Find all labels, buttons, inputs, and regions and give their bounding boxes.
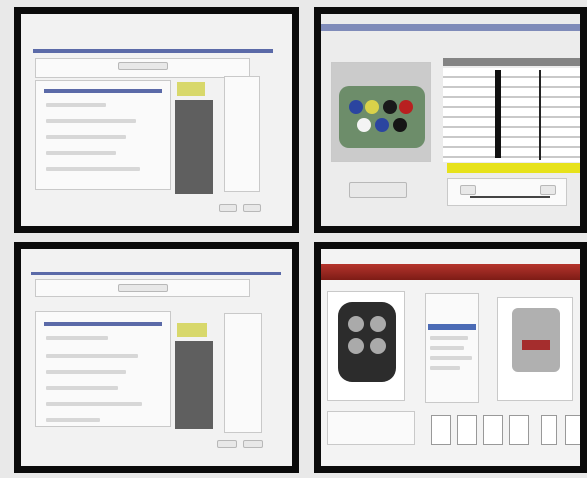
pin <box>370 338 386 354</box>
screen-1 <box>21 14 292 226</box>
list-row[interactable] <box>430 336 468 340</box>
list-row[interactable] <box>46 103 106 107</box>
monitor-top-left <box>14 7 299 233</box>
list-row[interactable] <box>46 418 100 422</box>
bottom-left-button[interactable] <box>349 182 407 198</box>
dark-panel <box>175 100 213 194</box>
pin-white <box>357 118 371 132</box>
main-list-panel <box>35 80 171 190</box>
screen-2 <box>321 14 580 226</box>
bottom-gauge-panel <box>447 178 567 206</box>
connector-side-photo <box>512 308 560 372</box>
list-header <box>44 89 162 93</box>
thumbnail-button-1[interactable] <box>431 415 451 445</box>
pin-red <box>399 100 413 114</box>
title-bar <box>321 264 580 280</box>
pin-yellow <box>365 100 379 114</box>
thumbnail-button-3[interactable] <box>483 415 503 445</box>
bottom-button-2[interactable] <box>243 204 261 212</box>
table-rows <box>443 68 580 162</box>
pin <box>370 316 386 332</box>
pin-black-2 <box>393 118 407 132</box>
pin-black <box>383 100 397 114</box>
pin-blue <box>349 100 363 114</box>
pin-blue-2 <box>375 118 389 132</box>
middle-list <box>425 293 479 403</box>
list-row[interactable] <box>46 151 116 155</box>
list-row[interactable] <box>430 346 464 350</box>
top-panel <box>35 279 250 297</box>
monitor-bottom-left <box>14 242 299 473</box>
bottom-button-2[interactable] <box>243 440 263 448</box>
yellow-indicator <box>177 82 205 96</box>
gauge-left[interactable] <box>460 185 476 195</box>
list-row[interactable] <box>430 356 472 360</box>
thumbnail-button-5[interactable] <box>541 415 557 445</box>
list-row[interactable] <box>46 370 126 374</box>
red-detail <box>522 340 550 350</box>
list-row[interactable] <box>430 366 460 370</box>
header-field[interactable] <box>118 62 168 70</box>
table-header <box>443 58 580 66</box>
list-row[interactable] <box>46 135 126 139</box>
top-panel <box>35 58 250 78</box>
screen-4 <box>321 249 580 466</box>
list-row[interactable] <box>46 167 140 171</box>
black-divider <box>495 70 501 158</box>
monitor-bottom-right <box>314 242 587 473</box>
list-row[interactable] <box>46 386 118 390</box>
pin <box>348 338 364 354</box>
list-row[interactable] <box>46 119 136 123</box>
screen-3 <box>21 249 292 466</box>
yellow-indicator <box>177 323 207 337</box>
list-row[interactable] <box>46 402 142 406</box>
thumbnail-button-4[interactable] <box>509 415 529 445</box>
title-strip <box>321 24 580 31</box>
gauge-line <box>470 196 550 198</box>
list-row[interactable] <box>46 336 108 340</box>
left-image-panel <box>327 291 405 401</box>
connector-image <box>339 86 425 148</box>
list-row[interactable] <box>46 354 138 358</box>
right-panel <box>224 76 260 192</box>
thumbnail-button-6[interactable] <box>565 415 580 445</box>
pin <box>348 316 364 332</box>
header-field[interactable] <box>118 284 168 292</box>
selected-row[interactable] <box>428 324 476 330</box>
right-image-panel <box>497 297 573 401</box>
monitor-top-right <box>314 7 587 233</box>
bottom-button-1[interactable] <box>217 440 237 448</box>
dark-panel <box>175 341 213 429</box>
yellow-highlight <box>447 163 580 173</box>
right-panel <box>224 313 262 433</box>
title-bar <box>31 272 281 275</box>
pin-table <box>443 58 580 162</box>
column-marker <box>539 70 541 160</box>
gauge-right[interactable] <box>540 185 556 195</box>
bottom-left-panel <box>327 411 415 445</box>
main-list-panel <box>35 311 171 427</box>
title-bar <box>33 49 273 53</box>
thumbnail-button-2[interactable] <box>457 415 477 445</box>
list-header <box>44 322 162 326</box>
connector-photo <box>338 302 396 382</box>
bottom-button-1[interactable] <box>219 204 237 212</box>
